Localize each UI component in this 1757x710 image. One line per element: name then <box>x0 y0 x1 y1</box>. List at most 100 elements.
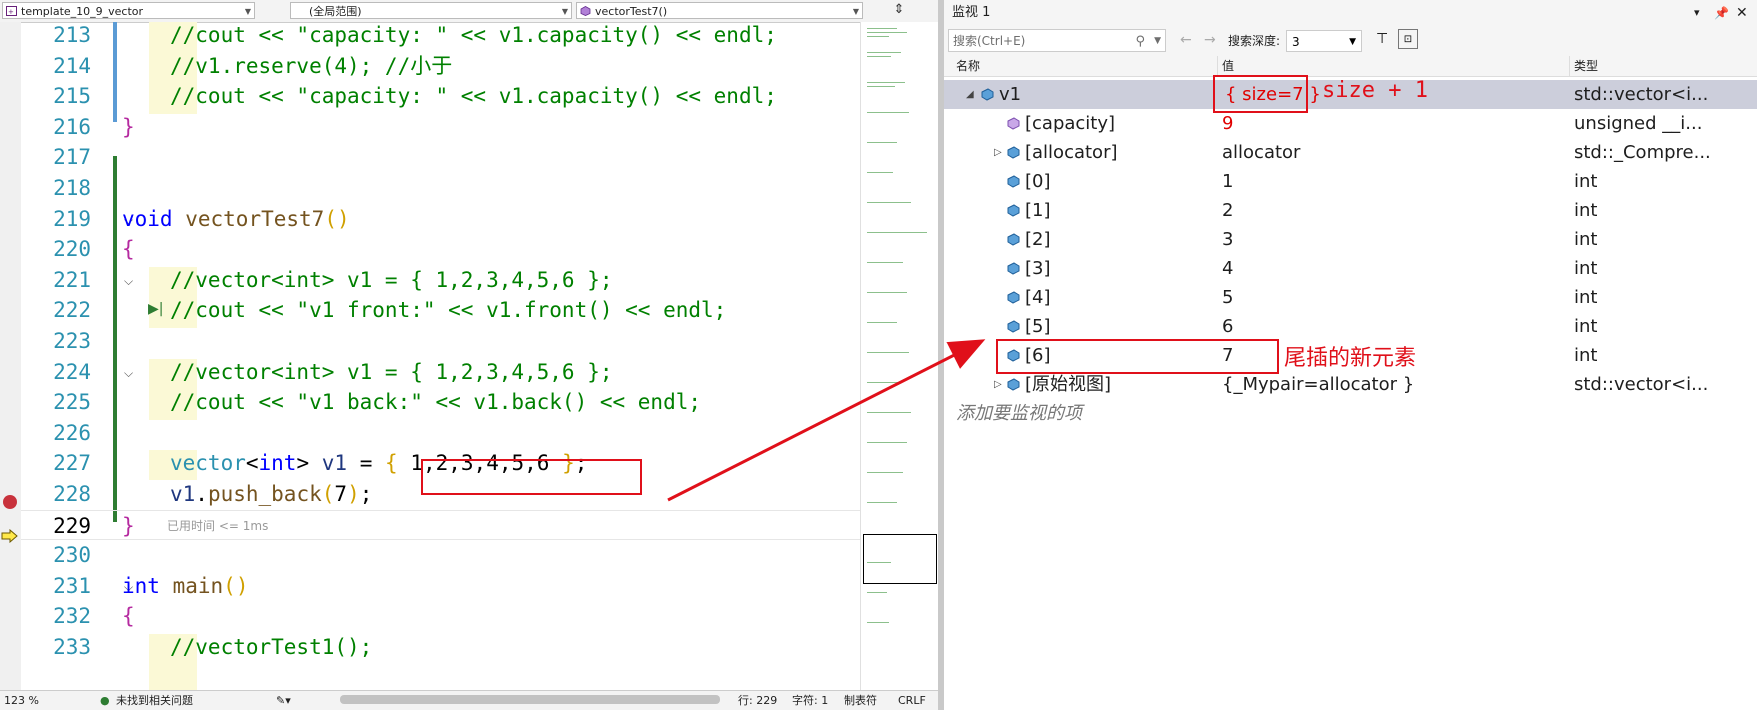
back-arrow-icon[interactable]: ← <box>1180 32 1192 48</box>
code-text: } <box>122 513 135 538</box>
variable-icon <box>1007 262 1020 275</box>
watch-value[interactable]: {_Mypair=allocator } <box>1222 370 1414 399</box>
highlight-box-size <box>1213 75 1308 113</box>
horizontal-scrollbar[interactable] <box>340 695 720 704</box>
collapse-triangle-icon[interactable]: ◢ <box>966 80 974 109</box>
split-editor-icon[interactable]: ⇕ <box>892 2 906 18</box>
code-text-area[interactable]: 213 //cout << "capacity: " << v1.capacit… <box>21 22 860 690</box>
watch-name: [4] <box>1025 287 1051 308</box>
code-text: //cout << "capacity: " << v1.capacity() … <box>170 23 777 47</box>
char-indicator: 字符: 1 <box>792 694 829 707</box>
issues-status[interactable]: 未找到相关问题 <box>116 691 193 710</box>
watch-value[interactable]: allocator <box>1222 138 1300 167</box>
watch-row-capacity[interactable]: [capacity] 9 unsigned __i... <box>944 109 1757 138</box>
watch-row-element[interactable]: [0] 1 int <box>944 167 1757 196</box>
perf-tip: 已用时间 <= 1ms <box>167 518 269 533</box>
watch-value[interactable]: 3 <box>1222 225 1233 254</box>
glyph-margin[interactable] <box>0 22 21 690</box>
watch-value[interactable]: 1 <box>1222 167 1233 196</box>
line-number: 216 <box>53 114 91 139</box>
line-number: 226 <box>53 420 91 445</box>
watch-type: int <box>1574 171 1598 192</box>
minimap-viewport[interactable] <box>863 534 937 584</box>
current-statement-arrow-icon <box>1 529 18 543</box>
search-icon: ⚲ <box>1135 34 1145 49</box>
close-icon[interactable]: ✕ <box>1736 0 1748 26</box>
run-to-here-icon[interactable]: ▶| <box>148 301 163 317</box>
name-column-header[interactable]: 名称 <box>956 56 980 76</box>
variable-icon <box>1007 204 1020 217</box>
watch-row-element[interactable]: [5] 6 int <box>944 312 1757 341</box>
code-line: 220 { <box>21 234 860 265</box>
variable-icon <box>1007 146 1020 159</box>
variable-icon <box>1007 378 1020 391</box>
eol-indicator[interactable]: CRLF <box>898 691 926 710</box>
pin-icon[interactable]: 📌 <box>1714 0 1729 26</box>
watch-name: [0] <box>1025 171 1051 192</box>
scope-dropdown[interactable]: (全局范围) ▼ <box>290 2 572 19</box>
type-column-header[interactable]: 类型 <box>1574 56 1598 76</box>
expand-triangle-icon[interactable]: ▷ <box>994 370 1002 399</box>
value-column-header[interactable]: 值 <box>1222 56 1234 76</box>
chevron-down-icon[interactable]: ▼ <box>1154 30 1161 53</box>
code-line: 233 //vectorTest1(); <box>21 632 860 663</box>
watch-value[interactable]: 6 <box>1222 312 1233 341</box>
watch-name: [capacity] <box>1025 113 1116 134</box>
project-dropdown[interactable]: + template_10_9_vector ▼ <box>2 2 255 19</box>
zoom-level[interactable]: 123 % <box>4 691 39 710</box>
watch-row-element[interactable]: [2] 3 int <box>944 225 1757 254</box>
fold-chevron-icon[interactable]: ⌵ <box>124 274 133 289</box>
line-number: 232 <box>53 604 91 629</box>
code-editor[interactable]: + template_10_9_vector ▼ (全局范围) ▼ vector… <box>0 0 938 710</box>
search-depth-select[interactable]: 3 ▼ <box>1286 30 1362 52</box>
breakpoint-icon[interactable] <box>3 495 17 509</box>
brush-icon[interactable]: ✎▾ <box>276 691 291 710</box>
code-line: 219 ⌵ void vectorTest7() <box>21 204 860 235</box>
chevron-down-icon[interactable]: ▾ <box>1694 0 1700 26</box>
watch-name: [5] <box>1025 316 1051 337</box>
tab-indicator[interactable]: 制表符 <box>844 691 877 710</box>
watch-row-element[interactable]: [3] 4 int <box>944 254 1757 283</box>
watch-name: [1] <box>1025 200 1051 221</box>
highlight-box-new-element <box>996 339 1279 374</box>
watch-value[interactable]: 2 <box>1222 196 1233 225</box>
pin-source-icon[interactable]: ⊤ <box>1376 31 1388 47</box>
add-watch-placeholder: 添加要监视的项 <box>956 403 1082 424</box>
forward-arrow-icon[interactable]: → <box>1204 32 1216 48</box>
member-dropdown-label: vectorTest7() <box>595 5 668 18</box>
watch-row-raw-view[interactable]: ▷ [原始视图] {_Mypair=allocator } std::vecto… <box>944 370 1757 399</box>
fold-chevron-icon[interactable]: ⌵ <box>124 366 133 381</box>
code-line: 221 ⌵ //vector<int> v1 = { 1,2,3,4,5,6 }… <box>21 265 860 296</box>
watch-name: [3] <box>1025 258 1051 279</box>
watch-row-element[interactable]: [1] 2 int <box>944 196 1757 225</box>
watch-value[interactable]: 5 <box>1222 283 1233 312</box>
watch-value[interactable]: 9 <box>1222 109 1233 138</box>
code-line: 230 <box>21 540 860 571</box>
line-number: 215 <box>53 84 91 109</box>
watch-search-input[interactable]: 搜索(Ctrl+E) ⚲ ▼ <box>948 29 1166 52</box>
line-number: 213 <box>53 23 91 47</box>
watch-toolbar: 搜索(Ctrl+E) ⚲ ▼ ← → 搜索深度: 3 ▼ ⊤ ⊡ <box>944 26 1757 57</box>
variable-icon <box>1007 233 1020 246</box>
cpp-project-icon: + <box>6 6 17 16</box>
svg-text:+: + <box>8 8 14 16</box>
line-number: 224 <box>53 359 91 384</box>
watch-value[interactable]: 4 <box>1222 254 1233 283</box>
code-line: 222 ▶| //cout << "v1 front:" << v1.front… <box>21 295 860 326</box>
chevron-down-icon: ▼ <box>852 7 859 16</box>
method-icon <box>580 6 591 16</box>
watch-type: unsigned __i... <box>1574 113 1703 134</box>
expand-triangle-icon[interactable]: ▷ <box>994 138 1002 167</box>
line-number: 214 <box>53 53 91 78</box>
line-number: 228 <box>53 482 91 506</box>
watch-row-element[interactable]: [4] 5 int <box>944 283 1757 312</box>
hex-display-icon[interactable]: ⊡ <box>1398 29 1418 49</box>
editor-navigation-bar: + template_10_9_vector ▼ (全局范围) ▼ vector… <box>0 0 938 23</box>
variable-icon <box>981 88 994 101</box>
member-dropdown[interactable]: vectorTest7() ▼ <box>576 2 863 19</box>
search-depth-label: 搜索深度: <box>1228 34 1281 48</box>
watch-row-allocator[interactable]: ▷ [allocator] allocator std::_Compre... <box>944 138 1757 167</box>
add-watch-row[interactable]: 添加要监视的项 <box>944 399 1757 428</box>
code-line: 217 <box>21 142 860 173</box>
code-minimap[interactable] <box>860 22 938 690</box>
